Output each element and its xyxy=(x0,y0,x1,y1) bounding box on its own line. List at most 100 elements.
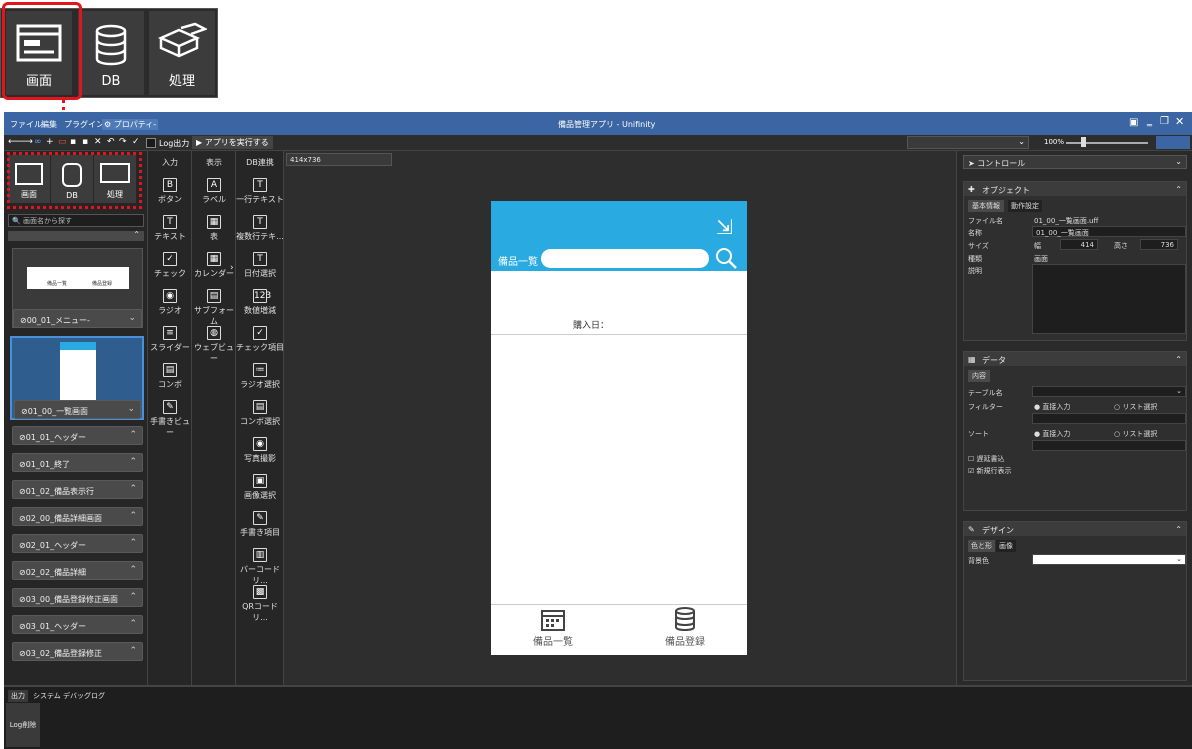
tab-equipment-list[interactable]: 備品一覧 xyxy=(511,607,595,653)
link-icon[interactable]: ∞ xyxy=(34,137,42,147)
chevron-up-icon[interactable]: ⌃ xyxy=(129,511,137,521)
palette-item-display[interactable]: ▦ 表 xyxy=(192,215,236,242)
run-app-button[interactable]: ▶ アプリを実行する xyxy=(192,136,273,149)
palette-item-db[interactable]: ▩ QRコードリ... xyxy=(236,585,284,623)
delay-write-checkbox[interactable]: ☐ 遅延書込 xyxy=(968,454,1005,464)
new-file-icon[interactable]: ▭ xyxy=(58,137,67,147)
back-icon[interactable]: ⟵ xyxy=(8,137,21,147)
menu-properties[interactable]: ⚙ プロパティ- xyxy=(102,119,159,130)
palette-item-input[interactable]: ≡ スライダー xyxy=(148,326,192,353)
screen-thumb-list[interactable]: ⊘01_00_一覧画面 ⌄ xyxy=(10,336,144,420)
zoom-slider[interactable] xyxy=(1066,142,1148,144)
palette-item-db[interactable]: ✎ 手書き項目 xyxy=(236,511,284,538)
screen-list-item[interactable]: ⊘03_00_備品登録修正画面 ⌃ xyxy=(12,588,143,607)
menu-plugin[interactable]: プラグイン xyxy=(64,119,104,130)
design-header[interactable]: デザイン ✎ ⌃ xyxy=(964,522,1186,536)
device-select[interactable]: ⌄ xyxy=(907,136,1029,149)
screen-thumb-menu[interactable]: 備品一覧 備品登録 ⊘00_01_メニュー- ⌄ xyxy=(12,248,143,328)
palette-item-input[interactable]: T テキスト xyxy=(148,215,192,242)
screen-search-input[interactable]: 🔍 画面名から探す xyxy=(8,214,144,227)
palette-item-db[interactable]: ▣ 画像選択 xyxy=(236,474,284,501)
table-name-select[interactable]: ⌄ xyxy=(1032,386,1186,397)
screen-list-item[interactable]: ⊘03_02_備品登録修正 ⌃ xyxy=(12,642,143,661)
screen-list-item[interactable]: ⊘03_01_ヘッダー ⌃ xyxy=(12,615,143,634)
clear-log-button[interactable]: Log削除 xyxy=(6,703,40,747)
chevron-up-icon[interactable]: ⌃ xyxy=(129,646,137,656)
data-header[interactable]: データ ▦ ⌃ xyxy=(964,352,1186,366)
palette-item-display[interactable]: ▤ サブフォーム xyxy=(192,289,236,327)
close-icon[interactable]: ✕ xyxy=(1175,115,1184,128)
description-field[interactable] xyxy=(1032,264,1186,334)
screen-menu-select[interactable]: ⊘00_01_メニュー- ⌄ xyxy=(13,309,142,328)
tab-output[interactable]: 出力 xyxy=(8,690,28,702)
tab-color-shape[interactable]: 色と形 xyxy=(968,540,995,552)
palette-item-input[interactable]: B ボタン xyxy=(148,178,192,205)
sort-field[interactable] xyxy=(1032,440,1186,451)
chevron-up-icon[interactable]: ⌃ xyxy=(129,457,137,467)
palette-item-db[interactable]: ▤ コンボ選択 xyxy=(236,400,284,427)
zoom-slider-handle[interactable] xyxy=(1081,137,1086,147)
new-row-checkbox[interactable]: ☑ 新規行表示 xyxy=(968,466,1012,476)
search-icon[interactable] xyxy=(715,247,737,269)
palette-item-db[interactable]: 123 数値増減 xyxy=(236,289,284,316)
menu-file[interactable]: ファイル xyxy=(10,119,42,130)
height-field[interactable]: 736 xyxy=(1140,239,1178,250)
canvas-size-tab[interactable]: 414x736 xyxy=(286,153,392,166)
name-field[interactable]: 01_00_一覧画面 xyxy=(1032,226,1186,237)
tab-system[interactable]: システム xyxy=(30,690,64,702)
palette-item-input[interactable]: ✎ 手書きビュー xyxy=(148,400,192,438)
chevron-up-icon[interactable]: ⌃ xyxy=(1175,355,1182,364)
chevron-right-icon[interactable]: › xyxy=(230,263,234,273)
chevron-up-icon[interactable]: ⌃ xyxy=(129,538,137,548)
restore-icon[interactable]: ❐ xyxy=(1160,116,1169,127)
tab-image[interactable]: 画像 xyxy=(996,540,1016,552)
chevron-up-icon[interactable]: ⌃ xyxy=(129,430,137,440)
screen-list-item[interactable]: ⊘02_01_ヘッダー ⌃ xyxy=(12,534,143,553)
palette-item-db[interactable]: T 複数行テキ... xyxy=(236,215,284,242)
background-color-select[interactable]: ⌄ xyxy=(1032,554,1186,565)
callout-db-tab[interactable]: DB xyxy=(78,11,144,95)
sort-list-radio[interactable]: ○ リスト選択 xyxy=(1114,429,1157,439)
object-header[interactable]: オブジェクト ✚ ⌃ xyxy=(964,182,1186,196)
palette-item-display[interactable]: A ラベル xyxy=(192,178,236,205)
screen-list-item[interactable]: ⊘02_02_備品詳細 ⌃ xyxy=(12,561,143,580)
minimize-icon[interactable]: ‗ xyxy=(1147,116,1152,127)
screen-list-select[interactable]: ⊘01_00_一覧画面 ⌄ xyxy=(14,400,141,419)
tab-debug-log[interactable]: デバッグログ xyxy=(60,690,108,702)
save-all-icon[interactable]: ▪ xyxy=(82,137,88,147)
menu-edit[interactable]: 編集 xyxy=(41,119,57,130)
chevron-up-icon[interactable]: ⌃ xyxy=(129,619,137,629)
callout-process-tab[interactable]: 処理 xyxy=(149,11,215,95)
screen-list-item[interactable]: ⊘01_01_終了 ⌃ xyxy=(12,453,143,472)
tab-equipment-register[interactable]: 備品登録 xyxy=(643,607,727,653)
tab-content[interactable]: 内容 xyxy=(968,370,990,382)
account-icon[interactable]: ▣ xyxy=(1129,117,1138,128)
chevron-up-icon[interactable]: ⌃ xyxy=(1175,185,1182,194)
control-select[interactable]: ➤ コントロール ⌄ xyxy=(963,155,1187,169)
width-field[interactable]: 414 xyxy=(1060,239,1098,250)
palette-item-db[interactable]: ≔ ラジオ選択 xyxy=(236,363,284,390)
chevron-up-icon[interactable]: ⌃ xyxy=(1175,525,1182,534)
layout-buttons[interactable] xyxy=(1156,136,1190,149)
tab-basic-info[interactable]: 基本情報 xyxy=(968,200,1004,212)
forward-icon[interactable]: ⟶ xyxy=(20,137,33,147)
redo-icon[interactable]: ↷ xyxy=(119,137,127,147)
palette-item-input[interactable]: ◉ ラジオ xyxy=(148,289,192,316)
screen-list-item[interactable]: ⊘02_00_備品詳細画面 ⌃ xyxy=(12,507,143,526)
delete-icon[interactable]: ✕ xyxy=(94,137,102,147)
filter-field[interactable] xyxy=(1032,413,1186,424)
add-icon[interactable]: + xyxy=(46,137,54,147)
palette-item-db[interactable]: ▥ バーコードリ... xyxy=(236,548,284,586)
palette-item-db[interactable]: ◉ 写真撮影 xyxy=(236,437,284,464)
check-icon[interactable]: ✓ xyxy=(132,137,140,147)
chevron-up-icon[interactable]: ⌃ xyxy=(129,565,137,575)
filter-direct-radio[interactable]: ● 直接入力 xyxy=(1034,402,1070,412)
filter-list-radio[interactable]: ○ リスト選択 xyxy=(1114,402,1157,412)
palette-item-db[interactable]: T 一行テキスト xyxy=(236,178,284,205)
palette-item-db[interactable]: ✓ チェック項目 xyxy=(236,326,284,353)
save-icon[interactable]: ▪ xyxy=(70,137,76,147)
palette-item-input[interactable]: ✓ チェック xyxy=(148,252,192,279)
log-checkbox[interactable] xyxy=(146,138,156,148)
screen-list-item[interactable]: ⊘01_02_備品表示行 ⌃ xyxy=(12,480,143,499)
screen-list-item[interactable]: ⊘01_01_ヘッダー ⌃ xyxy=(12,426,143,445)
